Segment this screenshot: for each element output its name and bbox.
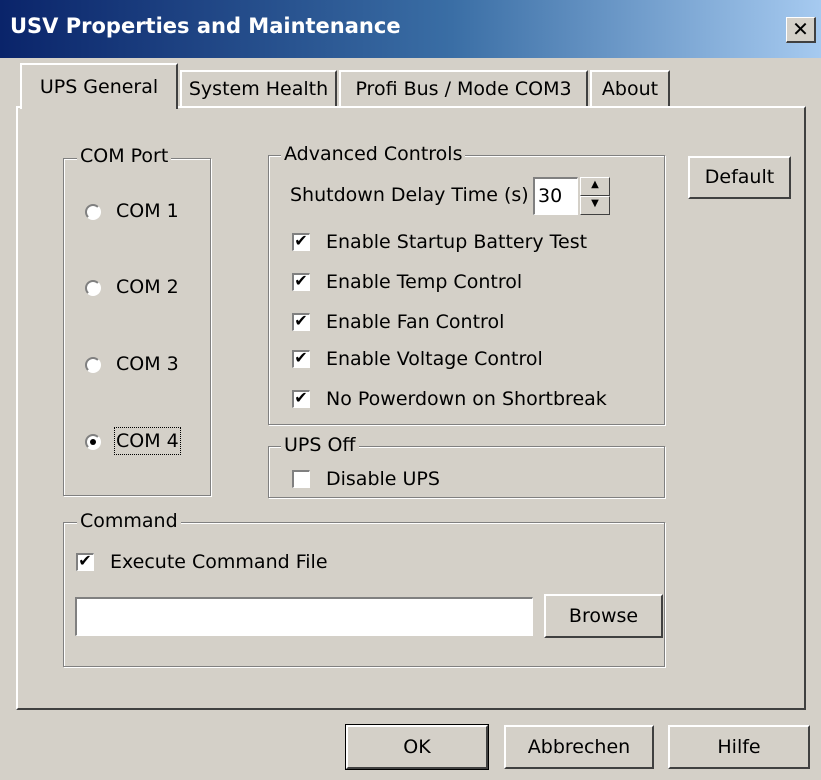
check-icon: ✔ (78, 551, 92, 570)
tab-ups-general[interactable]: UPS General (20, 63, 178, 109)
check-icon: ✔ (294, 388, 308, 407)
no-powerdown-label[interactable]: No Powerdown on Shortbreak (326, 387, 607, 411)
disable-ups-checkbox[interactable] (292, 470, 310, 488)
tab-label: Profi Bus / Mode COM3 (355, 78, 572, 100)
com1-radio[interactable] (85, 204, 101, 220)
temp-control-label[interactable]: Enable Temp Control (326, 270, 522, 294)
check-icon: ✔ (294, 231, 308, 250)
shutdown-delay-input[interactable]: 30 (533, 177, 578, 215)
execute-command-checkbox[interactable]: ✔ (76, 551, 94, 571)
execute-command-label[interactable]: Execute Command File (110, 550, 328, 574)
default-button[interactable]: Default (688, 156, 791, 199)
ok-button[interactable]: OK (345, 724, 489, 770)
tab-profi-bus[interactable]: Profi Bus / Mode COM3 (339, 70, 588, 108)
no-powerdown-checkbox[interactable]: ✔ (292, 388, 310, 408)
startup-battery-test-label[interactable]: Enable Startup Battery Test (326, 230, 587, 254)
cancel-button[interactable]: Abbrechen (504, 725, 654, 769)
com2-radio[interactable] (85, 280, 101, 296)
com1-label[interactable]: COM 1 (116, 199, 179, 223)
shutdown-delay-label: Shutdown Delay Time (s) (290, 184, 529, 206)
radio-dot (90, 439, 96, 445)
close-button[interactable]: ✕ (786, 17, 816, 43)
com4-label[interactable]: COM 4 (114, 427, 181, 455)
fan-control-checkbox[interactable]: ✔ (292, 311, 310, 331)
arrow-down-icon: ▼ (591, 198, 599, 209)
voltage-control-label[interactable]: Enable Voltage Control (326, 347, 543, 371)
tab-label: System Health (188, 78, 329, 100)
com2-label[interactable]: COM 2 (116, 275, 179, 299)
temp-control-checkbox[interactable]: ✔ (292, 271, 310, 291)
arrow-up-icon: ▲ (591, 179, 599, 190)
check-icon: ✔ (294, 348, 308, 367)
check-icon: ✔ (294, 311, 308, 330)
close-icon: ✕ (792, 17, 809, 41)
tab-about[interactable]: About (590, 70, 670, 108)
tab-system-health[interactable]: System Health (180, 70, 337, 108)
check-icon: ✔ (294, 271, 308, 290)
spin-up-button[interactable]: ▲ (580, 177, 610, 196)
com-port-legend: COM Port (77, 145, 172, 167)
tab-label: About (601, 78, 659, 100)
advanced-controls-legend: Advanced Controls (281, 143, 466, 165)
command-file-input[interactable] (75, 597, 533, 636)
tab-label: UPS General (39, 76, 159, 98)
com3-label[interactable]: COM 3 (116, 352, 179, 376)
window-title: USV Properties and Maintenance (10, 14, 401, 38)
title-bar[interactable]: USV Properties and Maintenance ✕ (0, 0, 821, 58)
fan-control-label[interactable]: Enable Fan Control (326, 310, 504, 334)
voltage-control-checkbox[interactable]: ✔ (292, 348, 310, 368)
disable-ups-label[interactable]: Disable UPS (326, 467, 440, 491)
browse-button[interactable]: Browse (544, 594, 663, 638)
com4-radio[interactable] (85, 434, 101, 450)
command-legend: Command (77, 510, 181, 532)
ups-off-legend: UPS Off (281, 434, 359, 456)
help-button[interactable]: Hilfe (668, 725, 810, 769)
com3-radio[interactable] (85, 357, 101, 373)
spin-down-button[interactable]: ▼ (580, 196, 610, 215)
startup-battery-test-checkbox[interactable]: ✔ (292, 231, 310, 251)
